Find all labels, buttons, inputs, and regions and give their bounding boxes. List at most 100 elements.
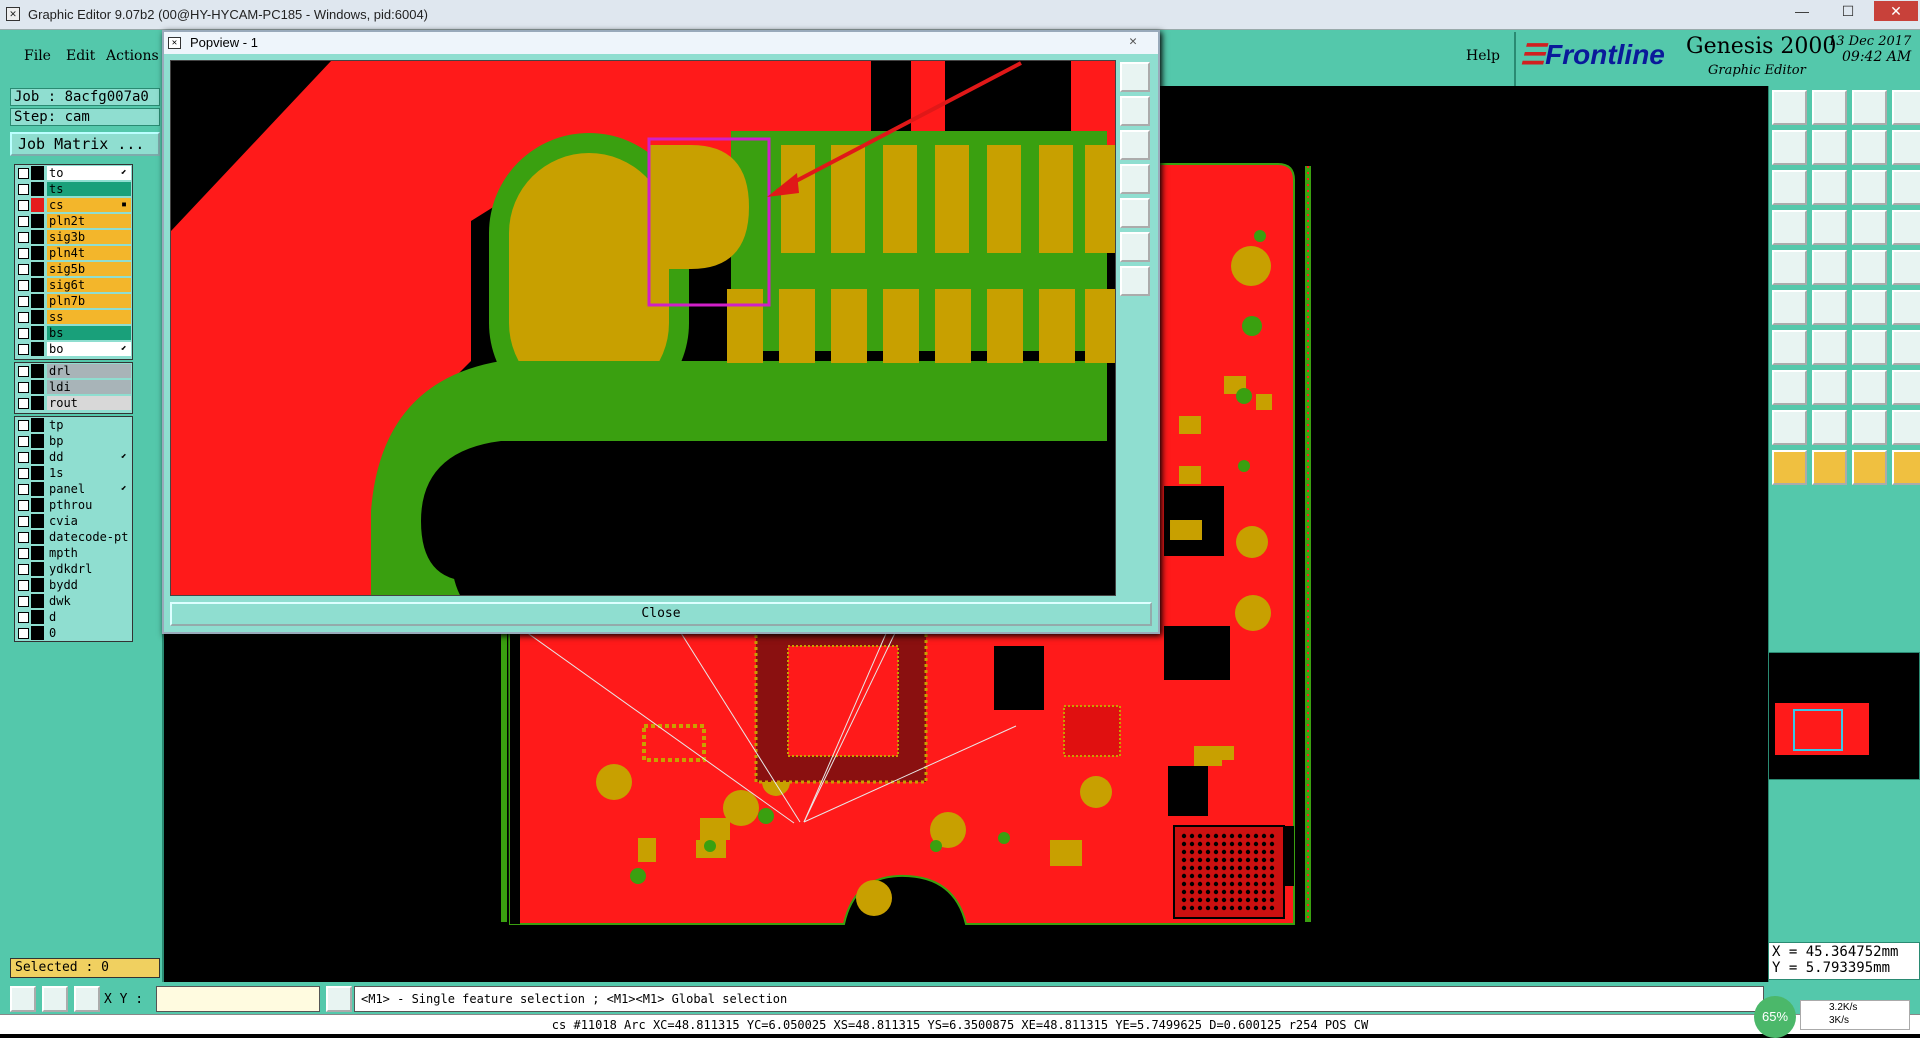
layer-row[interactable]: bydd — [15, 577, 132, 593]
layer-checkbox[interactable] — [18, 548, 29, 559]
layer-name[interactable]: bp — [47, 434, 131, 448]
move-icon[interactable] — [1772, 370, 1807, 405]
ruler-icon[interactable] — [42, 986, 68, 1012]
drc-icon[interactable] — [1852, 250, 1887, 285]
layer-checkbox[interactable] — [18, 168, 29, 179]
pad-add-icon[interactable] — [1812, 210, 1847, 245]
copy-icon[interactable] — [1892, 410, 1920, 445]
layer-name[interactable]: ldi — [47, 380, 131, 394]
layer-name[interactable]: tp — [47, 418, 131, 432]
layer-name[interactable]: 1s — [47, 466, 131, 480]
pointer-icon[interactable] — [1772, 450, 1807, 485]
menu-file[interactable]: File — [24, 48, 51, 64]
pointer-plus-icon[interactable] — [1852, 450, 1887, 485]
layer-name[interactable]: ydkdrl — [47, 562, 131, 576]
layer-row[interactable]: sig5b — [15, 261, 132, 277]
zoom-in-icon[interactable] — [1120, 96, 1150, 126]
layer-checkbox[interactable] — [18, 484, 29, 495]
layer-checkbox[interactable] — [18, 382, 29, 393]
layer-name[interactable]: sig3b — [47, 230, 131, 244]
layer-checkbox[interactable] — [18, 500, 29, 511]
layer-row[interactable]: to ⬋ — [15, 165, 132, 181]
layer-row[interactable]: panel ⬋ — [15, 481, 132, 497]
layer-checkbox[interactable] — [18, 328, 29, 339]
net-color-icon[interactable] — [1892, 210, 1920, 245]
net-icon[interactable] — [1852, 210, 1887, 245]
layer-row[interactable]: bo ⬋ — [15, 341, 132, 357]
help-icon[interactable] — [1892, 170, 1920, 205]
layer-row[interactable]: tp — [15, 417, 132, 433]
undo-icon[interactable] — [1772, 130, 1807, 165]
layer-row[interactable]: mpth — [15, 545, 132, 561]
layer-name[interactable]: bo ⬋ — [47, 342, 131, 356]
zoom-1-1-icon[interactable] — [1852, 170, 1887, 205]
layer-row[interactable]: sig3b — [15, 229, 132, 245]
layer-checkbox[interactable] — [18, 232, 29, 243]
popview-close-icon[interactable]: ✕ — [1120, 32, 1146, 52]
layer-checkbox[interactable] — [18, 532, 29, 543]
navigator-viewport[interactable] — [1793, 709, 1843, 751]
draw-icon[interactable] — [1772, 210, 1807, 245]
layer-name[interactable]: sig5b — [47, 262, 131, 276]
layer-row[interactable]: ss — [15, 309, 132, 325]
layer-row[interactable]: ldi — [15, 379, 132, 395]
line-icon[interactable] — [1772, 330, 1807, 365]
minimize-icon[interactable]: — — [1780, 1, 1824, 21]
layer-name[interactable]: ss — [47, 310, 131, 324]
pan-vertical-icon[interactable] — [1120, 266, 1150, 296]
align-icon[interactable] — [1852, 370, 1887, 405]
layer-name[interactable]: to ⬋ — [47, 166, 131, 180]
menu-help[interactable]: Help — [1466, 48, 1500, 64]
layer-down-icon[interactable] — [1812, 90, 1847, 125]
layer-row[interactable]: pln7b — [15, 293, 132, 309]
close-icon[interactable]: ✕ — [1874, 1, 1918, 21]
layer-name[interactable]: drl — [47, 364, 131, 378]
layer-checkbox[interactable] — [18, 420, 29, 431]
diagonal-icon[interactable] — [1812, 330, 1847, 365]
layer-name[interactable]: cs ▪ — [47, 198, 131, 212]
layer-checkbox[interactable] — [18, 200, 29, 211]
layer-row[interactable]: sig6t — [15, 277, 132, 293]
layer-row[interactable]: pln2t — [15, 213, 132, 229]
layer-row[interactable]: ydkdrl — [15, 561, 132, 577]
popview-canvas[interactable] — [170, 60, 1116, 596]
redo-icon[interactable] — [1812, 130, 1847, 165]
layer-checkbox[interactable] — [18, 436, 29, 447]
delete-icon[interactable] — [1812, 290, 1847, 325]
layer-checkbox[interactable] — [18, 580, 29, 591]
zoom-out-icon[interactable] — [1120, 130, 1150, 160]
menu-edit[interactable]: Edit — [66, 48, 95, 64]
zoom-fit-icon[interactable] — [1772, 170, 1807, 205]
zoom-center-icon[interactable] — [1812, 170, 1847, 205]
layer-row[interactable]: dwk — [15, 593, 132, 609]
zoom-home-icon[interactable] — [1120, 62, 1150, 92]
layer-checkbox[interactable] — [18, 516, 29, 527]
layer-checkbox[interactable] — [18, 312, 29, 323]
group-icon[interactable] — [1892, 370, 1920, 405]
layer-name[interactable]: sig6t — [47, 278, 131, 292]
layer-checkbox[interactable] — [18, 248, 29, 259]
layer-name[interactable]: dd ⬋ — [47, 450, 131, 464]
layer-row[interactable]: pthrou — [15, 497, 132, 513]
layer-name[interactable]: pln7b — [47, 294, 131, 308]
triangle-icon[interactable] — [1772, 410, 1807, 445]
layer-checkbox[interactable] — [18, 564, 29, 575]
layer-checkbox[interactable] — [18, 612, 29, 623]
layer-name[interactable]: pthrou — [47, 498, 131, 512]
layer-row[interactable]: 1s — [15, 465, 132, 481]
layer-up-icon[interactable] — [1772, 90, 1807, 125]
pad-icon[interactable] — [1892, 250, 1920, 285]
layer-name[interactable]: rout — [47, 396, 131, 410]
layer-checkbox[interactable] — [18, 366, 29, 377]
connect-icon[interactable] — [1772, 290, 1807, 325]
split-icon[interactable] — [1812, 370, 1847, 405]
layer-row[interactable]: rout — [15, 395, 132, 411]
mirror-icon[interactable] — [1892, 130, 1920, 165]
layer-name[interactable]: dwk — [47, 594, 131, 608]
layer-row[interactable]: datecode-pt — [15, 529, 132, 545]
circle-icon[interactable] — [1892, 290, 1920, 325]
layer-name[interactable]: d — [47, 610, 131, 624]
layer-checkbox[interactable] — [18, 216, 29, 227]
layer-checkbox[interactable] — [18, 596, 29, 607]
arc-icon[interactable] — [1852, 330, 1887, 365]
